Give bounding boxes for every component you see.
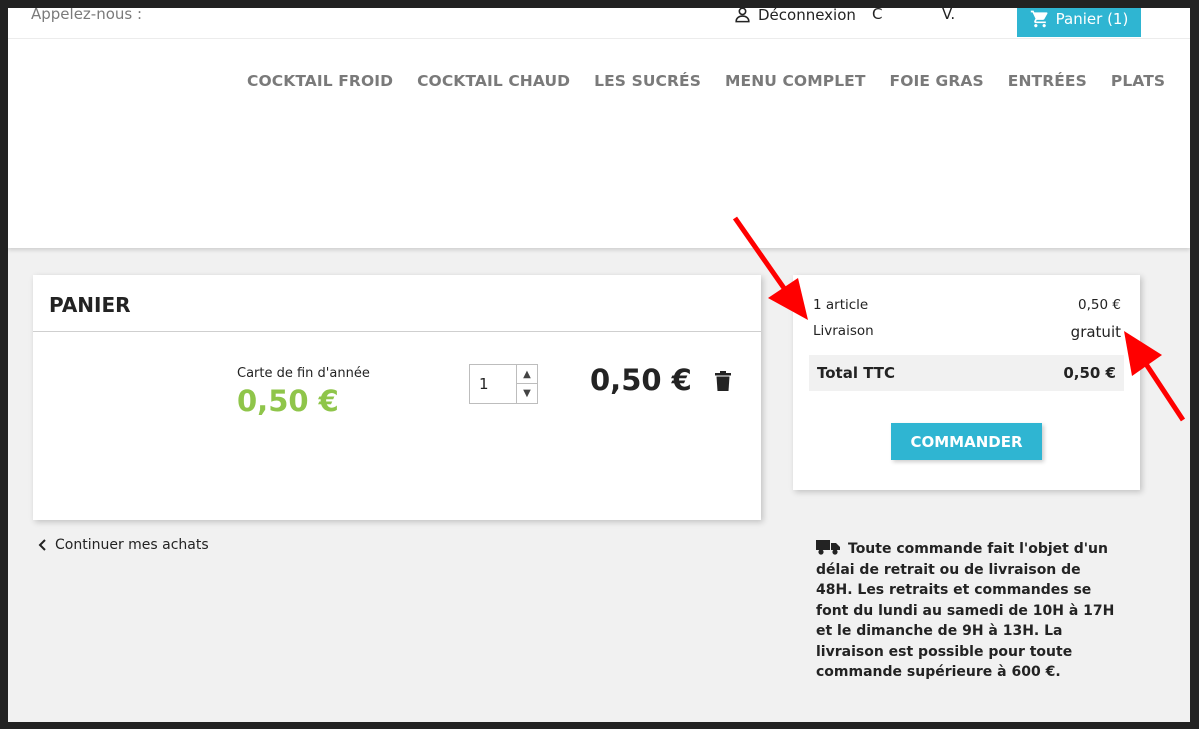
- continue-shopping-label: Continuer mes achats: [55, 537, 209, 553]
- site-header: Appelez-nous : Déconnexion C V. Panier (…: [8, 8, 1190, 248]
- logout-label: Déconnexion: [758, 8, 856, 24]
- call-us-text: Appelez-nous :: [31, 8, 143, 23]
- cart-button-label: Panier (1): [1055, 9, 1129, 28]
- main-menu: COCKTAIL FROID COCKTAIL CHAUD LES SUCRÉS…: [247, 72, 1165, 90]
- cart-summary: 1 article 0,50 € Livraison gratuit Total…: [793, 275, 1140, 490]
- quantity-input[interactable]: [470, 365, 516, 403]
- line-total-price: 0,50 €: [590, 363, 692, 397]
- product-unit-price: 0,50 €: [237, 384, 339, 418]
- summary-articles-label: 1 article: [813, 297, 869, 313]
- delivery-reassurance: Toute commande fait l'objet d'un délai d…: [816, 539, 1116, 683]
- continue-shopping-link[interactable]: Continuer mes achats: [37, 537, 209, 553]
- summary-shipping-label: Livraison: [813, 323, 874, 339]
- currency-selector[interactable]: C: [872, 8, 882, 23]
- menu-item-entrees[interactable]: ENTRÉES: [1008, 72, 1087, 90]
- delivery-reassurance-text: Toute commande fait l'objet d'un délai d…: [816, 541, 1115, 680]
- language-selector[interactable]: V.: [942, 8, 955, 23]
- menu-item-cocktail-froid[interactable]: COCKTAIL FROID: [247, 72, 393, 90]
- top-bar: Appelez-nous : Déconnexion C V. Panier (…: [8, 8, 1190, 39]
- summary-articles-value: 0,50 €: [1078, 297, 1121, 313]
- chevron-up-icon: ▲: [523, 368, 531, 380]
- menu-item-foie-gras[interactable]: FOIE GRAS: [890, 72, 984, 90]
- menu-item-menu-complet[interactable]: MENU COMPLET: [725, 72, 866, 90]
- cart-panel: PANIER Carte de fin d'année 0,50 € ▲ ▼ 0…: [33, 275, 761, 520]
- checkout-button[interactable]: COMMANDER: [891, 423, 1042, 460]
- quantity-increase-button[interactable]: ▲: [516, 365, 537, 384]
- cart-title: PANIER: [49, 293, 131, 317]
- summary-total-label: Total TTC: [817, 364, 896, 382]
- cart-button[interactable]: Panier (1): [1017, 8, 1141, 37]
- page-frame: Appelez-nous : Déconnexion C V. Panier (…: [8, 8, 1190, 722]
- menu-item-cocktail-chaud[interactable]: COCKTAIL CHAUD: [417, 72, 570, 90]
- logout-link[interactable]: Déconnexion: [733, 8, 856, 24]
- quantity-decrease-button[interactable]: ▼: [516, 384, 537, 403]
- cart-icon: [1030, 10, 1048, 27]
- trash-icon[interactable]: [715, 371, 731, 391]
- truck-icon: [816, 540, 840, 555]
- quantity-stepper: ▲ ▼: [469, 364, 538, 404]
- menu-item-les-sucres[interactable]: LES SUCRÉS: [594, 72, 701, 90]
- menu-item-plats[interactable]: PLATS: [1111, 72, 1165, 90]
- chevron-left-icon: [38, 539, 46, 551]
- product-name-link[interactable]: Carte de fin d'année: [237, 366, 370, 381]
- user-icon: [735, 8, 750, 23]
- chevron-down-icon: ▼: [523, 388, 531, 399]
- summary-total-value: 0,50 €: [1063, 364, 1116, 382]
- summary-total-row: Total TTC 0,50 €: [809, 355, 1124, 391]
- summary-shipping-value: gratuit: [1070, 323, 1121, 341]
- cart-divider: [33, 331, 761, 332]
